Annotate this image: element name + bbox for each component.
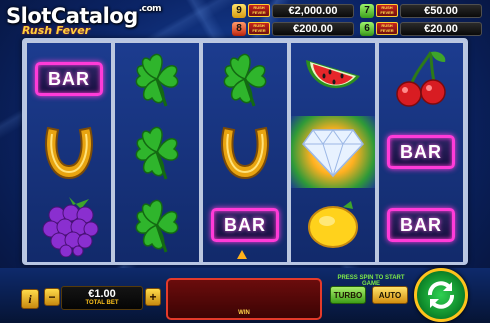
cherries-icon (396, 51, 446, 107)
jackpot-badge: RUSH FEVER (248, 4, 270, 17)
reels-frame: BAR BAR BAR BAR (22, 38, 468, 265)
spin-button[interactable] (414, 268, 468, 322)
reel-cell (27, 116, 111, 188)
jackpot-badge: RUSH FEVER (376, 4, 398, 17)
jackpot-badge: RUSH FEVER (376, 22, 398, 35)
jackpot-count: 9 (232, 3, 246, 18)
info-button[interactable]: i (21, 289, 39, 309)
reel-cell: BAR (379, 116, 463, 188)
diamond-icon (302, 129, 364, 178)
reel-cell: BAR (27, 43, 111, 115)
horseshoe-icon (221, 126, 269, 180)
bet-decrease-button[interactable]: − (44, 288, 60, 306)
reel-cell (291, 43, 375, 115)
reel-cell: BAR (379, 189, 463, 261)
autoplay-button[interactable]: AUTO (372, 286, 408, 304)
reel-cell (379, 43, 463, 115)
reel-pointer-icon (237, 250, 247, 259)
jackpot-count: 8 (232, 21, 246, 36)
win-display: WIN (166, 278, 322, 320)
jackpot-6: 6 RUSH FEVER €20.00 (360, 21, 482, 36)
reel-cell (115, 189, 199, 261)
clover-icon (135, 126, 179, 180)
watermark: SlotCatalog.com (6, 4, 162, 28)
horseshoe-icon (45, 126, 93, 180)
turbo-button[interactable]: TURBO (330, 286, 366, 304)
reel-cell (291, 189, 375, 261)
total-bet-display: €1.00 TOTAL BET (61, 286, 143, 310)
bar-symbol: BAR (211, 208, 279, 242)
reel-cell (27, 189, 111, 261)
watermelon-icon (306, 60, 360, 89)
jackpot-value: €200.00 (272, 21, 354, 36)
bet-value: €1.00 (88, 288, 116, 300)
jackpot-value: €50.00 (400, 3, 482, 18)
bet-increase-button[interactable]: + (145, 288, 161, 306)
jackpot-value: €2,000.00 (272, 3, 354, 18)
jackpot-badge: RUSH FEVER (248, 22, 270, 35)
bar-symbol: BAR (35, 62, 103, 96)
jackpot-8: 8 RUSH FEVER €200.00 (232, 21, 354, 36)
reel-cell (203, 116, 287, 188)
clover-icon (135, 199, 179, 253)
clover-icon (223, 53, 267, 107)
reel-2 (115, 43, 199, 262)
reel-4 (291, 43, 375, 262)
jackpot-count: 7 (360, 3, 374, 18)
reel-cell (115, 116, 199, 188)
clover-icon (135, 53, 179, 107)
jackpot-count: 6 (360, 21, 374, 36)
reel-cell (115, 43, 199, 115)
reel-5: BAR BAR (379, 43, 463, 262)
jackpot-7: 7 RUSH FEVER €50.00 (360, 3, 482, 18)
reel-cell (291, 116, 375, 188)
win-label: WIN (238, 310, 250, 316)
bar-symbol: BAR (387, 135, 455, 169)
lemon-icon (308, 201, 358, 248)
reel-1: BAR (27, 43, 111, 262)
reel-3: BAR (203, 43, 287, 262)
jackpot-panel: 9 RUSH FEVER €2,000.00 7 RUSH FEVER €50.… (232, 3, 484, 37)
jackpot-9: 9 RUSH FEVER €2,000.00 (232, 3, 354, 18)
spin-arrows-icon (428, 281, 454, 309)
bar-symbol: BAR (387, 208, 455, 242)
jackpot-value: €20.00 (400, 21, 482, 36)
bet-label: TOTAL BET (85, 300, 119, 306)
reel-cell (203, 43, 287, 115)
grapes-icon (42, 197, 99, 257)
